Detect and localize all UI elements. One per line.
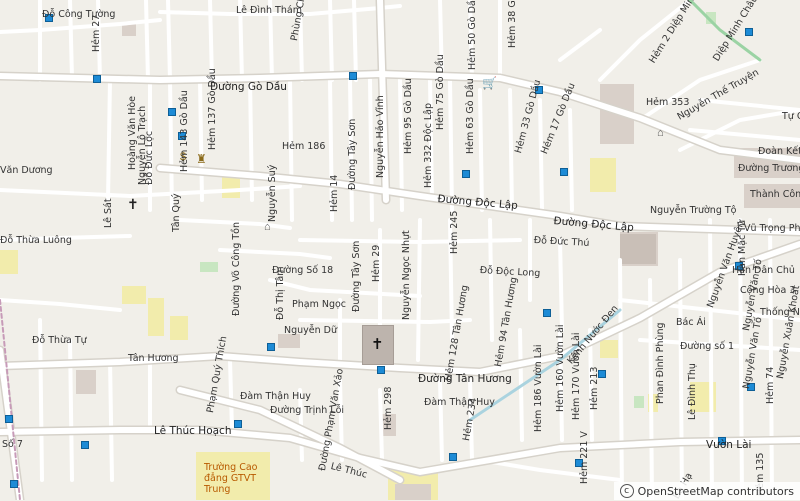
street-label: Hẻm 160 Vườn Lài bbox=[555, 324, 566, 412]
bus-stop-icon[interactable] bbox=[349, 72, 357, 80]
bus-stop-icon[interactable] bbox=[449, 453, 457, 461]
street-label: Hẻm 63 Gò Dầu bbox=[465, 78, 476, 154]
street-label: Hẻm 213 bbox=[589, 366, 600, 410]
copyright-icon: c bbox=[619, 484, 634, 498]
bus-stop-icon[interactable] bbox=[93, 75, 101, 83]
shop-cart-icon[interactable]: 🛒 bbox=[482, 76, 497, 90]
street-label: Lê Đình Thám bbox=[236, 5, 302, 16]
street-label: Hẻm 245 bbox=[449, 210, 460, 254]
street-label: Hẻm 75 Gò Dầu bbox=[435, 54, 446, 130]
bus-stop-icon[interactable] bbox=[462, 170, 470, 178]
bus-stop-icon[interactable] bbox=[543, 309, 551, 317]
street-label: Hẻm 186 bbox=[282, 141, 326, 152]
street-label: Đỗ Thị Tâm bbox=[275, 266, 286, 320]
street-label: Hẻm 38 Gò bbox=[507, 0, 518, 48]
bus-stop-icon[interactable] bbox=[377, 366, 385, 374]
street-label: Đỗ Công Tường bbox=[42, 9, 116, 20]
street-label: Hẻm 74 bbox=[765, 366, 776, 404]
shelter-icon[interactable]: ⌂ bbox=[657, 127, 664, 139]
street-label: Đường Gò Dầu bbox=[210, 81, 287, 93]
map-canvas[interactable]: ✝ ✝ 🛒 ♜ $ ⌂ ⌂ Đỗ Công Tường Lê Đình Thám… bbox=[0, 0, 800, 501]
monument-icon[interactable]: ♜ bbox=[196, 152, 207, 166]
street-label: Vũ Trọng Phụ bbox=[744, 223, 800, 234]
street-label: Đỗ Đức Lộc bbox=[144, 130, 155, 185]
church-icon: ✝ bbox=[371, 336, 384, 353]
bus-stop-icon[interactable] bbox=[234, 420, 242, 428]
street-label: Đàm Thận Huy bbox=[240, 391, 311, 402]
street-label: Nguyễn Trường Tộ bbox=[650, 205, 737, 216]
street-label: Hẻm 332 Độc Lập bbox=[423, 103, 434, 188]
street-label: Hẻm 353 bbox=[646, 97, 690, 108]
street-label: Lê Thúc Hoạch bbox=[154, 425, 232, 437]
street-label: Hẻm 186 Vườn Lài bbox=[533, 344, 544, 432]
street-label: Hẻm 14 bbox=[329, 174, 340, 212]
street-label: Lê Đình Thụ bbox=[687, 363, 698, 420]
street-label: Hẻm 95 Gò Dầu bbox=[403, 78, 414, 154]
street-label: Nguyễn Hảo Vĩnh bbox=[375, 95, 386, 178]
bus-stop-icon[interactable] bbox=[267, 343, 275, 351]
street-label: Lê Sát bbox=[103, 198, 114, 228]
street-label: Tự Q bbox=[782, 111, 800, 122]
street-label: Đường Trương bbox=[738, 163, 800, 174]
church-icon[interactable]: ✝ bbox=[127, 197, 141, 211]
street-label: Văn Dương bbox=[0, 165, 53, 176]
street-label: Hàn Dân Chủ bbox=[732, 265, 795, 276]
street-label: Nguyễn Ngọc Nhựt bbox=[401, 230, 412, 320]
street-label: Tân Hương bbox=[128, 353, 179, 364]
street-label: Đường Võ Công Tồn bbox=[231, 221, 242, 316]
bus-stop-icon[interactable] bbox=[5, 415, 13, 423]
bus-stop-icon[interactable] bbox=[745, 28, 753, 36]
bus-stop-icon[interactable] bbox=[81, 441, 89, 449]
street-label: Phạm Ngọc bbox=[292, 299, 347, 310]
bus-stop-icon[interactable] bbox=[10, 480, 18, 488]
street-label: Đàm Thận Huy bbox=[424, 397, 495, 408]
street-label: Vườn Lài bbox=[706, 439, 752, 451]
church-building[interactable]: ✝ bbox=[362, 325, 394, 365]
street-label: Số 7 bbox=[2, 439, 23, 450]
street-label: Nguyễn Suý bbox=[267, 164, 278, 222]
street-label: Thành Công bbox=[750, 189, 800, 200]
street-label: Đỗ Thừa Tự bbox=[32, 335, 87, 346]
street-label: Đường Tây Sơn bbox=[347, 118, 358, 190]
street-label: Đỗ Thừa Luông bbox=[0, 235, 72, 246]
attribution[interactable]: c OpenStreetMap contributors bbox=[613, 482, 800, 500]
shelter-icon[interactable]: ⌂ bbox=[264, 221, 271, 233]
street-label: Đoàn Kết bbox=[758, 146, 800, 157]
street-label: Hẻm 298 bbox=[383, 386, 394, 430]
street-label: Phan Đình Phùng bbox=[655, 322, 666, 405]
street-label: Đường số 1 bbox=[680, 341, 735, 352]
street-label: Hẻm 221 V bbox=[579, 431, 590, 484]
street-label: Tân Quý bbox=[171, 193, 182, 232]
street-label: Đường Tây Sơn bbox=[351, 240, 362, 312]
street-label: Hẻm 50 Gò Dầu bbox=[467, 0, 478, 70]
street-label: Đường Tân Hương bbox=[418, 373, 512, 385]
bus-stop-icon[interactable] bbox=[560, 168, 568, 176]
bus-stop-icon[interactable] bbox=[168, 108, 176, 116]
street-label: Hẻm 29 bbox=[371, 244, 382, 282]
poi-label-school: Trường Cao đẳng GTVT Trung bbox=[204, 462, 258, 495]
street-label: Hẻm 143 Gò Dầu bbox=[179, 90, 190, 172]
street-label: Hẻm 137 Gò Dầu bbox=[207, 68, 218, 150]
attribution-text: OpenStreetMap contributors bbox=[637, 484, 794, 498]
street-label: Bác Ái bbox=[676, 317, 706, 328]
map-layer bbox=[0, 0, 800, 500]
street-label: Nguyễn Dữ bbox=[284, 325, 338, 336]
street-label: Hẻm 27 bbox=[91, 14, 102, 52]
street-label: Hẻm 170 Vườn Lài bbox=[571, 332, 582, 420]
